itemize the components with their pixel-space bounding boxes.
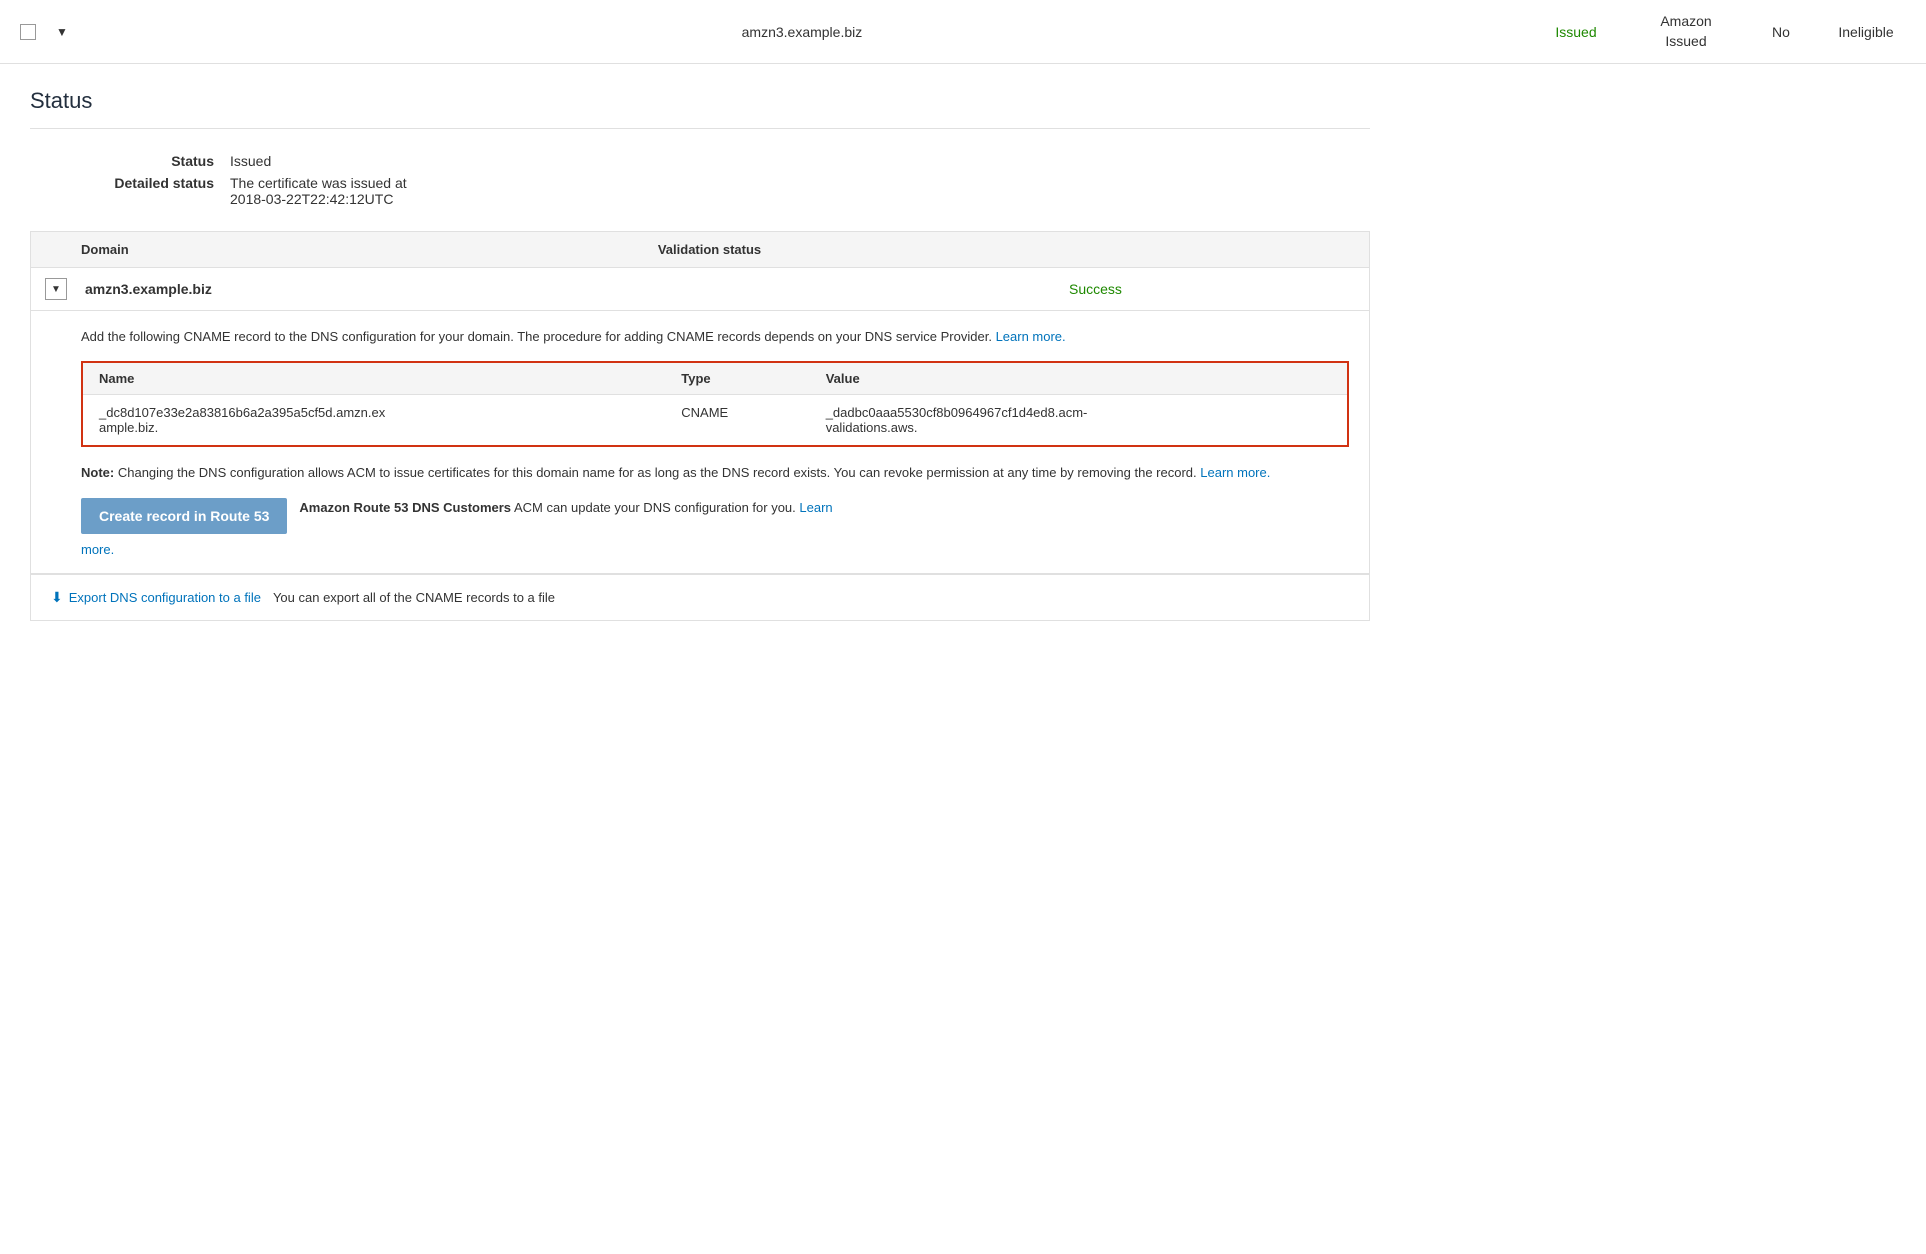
export-dns-link[interactable]: ⬇ Export DNS configuration to a file bbox=[51, 589, 261, 606]
main-content: Status Status Issued Detailed status The… bbox=[0, 64, 1400, 669]
expand-cell[interactable]: ▼ bbox=[31, 278, 81, 300]
status-value: Issued bbox=[230, 153, 271, 169]
top-row-renewal: No bbox=[1756, 24, 1806, 40]
create-record-area: Create record in Route 53 Amazon Route 5… bbox=[81, 498, 1349, 534]
top-row-eligibility: Ineligible bbox=[1826, 24, 1906, 40]
row-expand-arrow[interactable]: ▼ bbox=[56, 25, 68, 39]
domain-row: ▼ amzn3.example.biz Success bbox=[31, 268, 1369, 311]
cname-record-table-wrapper: Name Type Value _dc8d107e33e2a83816b6a2a… bbox=[81, 361, 1349, 447]
cname-record-row: _dc8d107e33e2a83816b6a2a395a5cf5d.amzn.e… bbox=[83, 394, 1347, 445]
download-icon: ⬇ bbox=[51, 589, 63, 606]
cname-record-type: CNAME bbox=[665, 394, 809, 445]
cname-record-value: _dadbc0aaa5530cf8b0964967cf1d4ed8.acm-va… bbox=[810, 394, 1347, 445]
top-row-issued-by: AmazonIssued bbox=[1636, 12, 1736, 51]
route53-label: Amazon Route 53 DNS Customers bbox=[299, 500, 511, 515]
route53-desc: ACM can update your DNS configuration fo… bbox=[514, 500, 799, 515]
domain-name: amzn3.example.biz bbox=[81, 281, 1069, 297]
note-text: Changing the DNS configuration allows AC… bbox=[118, 465, 1200, 480]
domain-validation-status: Success bbox=[1069, 281, 1369, 297]
route53-learn-more-link[interactable]: Learn bbox=[799, 500, 832, 515]
value-header: Value bbox=[810, 363, 1347, 395]
expand-button[interactable]: ▼ bbox=[45, 278, 67, 300]
detailed-status-label: Detailed status bbox=[30, 175, 230, 207]
cname-section: Add the following CNAME record to the DN… bbox=[31, 311, 1369, 574]
section-title: Status bbox=[30, 88, 1370, 114]
export-description: You can export all of the CNAME records … bbox=[273, 590, 555, 605]
create-record-button[interactable]: Create record in Route 53 bbox=[81, 498, 287, 534]
route53-learn-more-link-2[interactable]: more. bbox=[81, 542, 114, 557]
name-header: Name bbox=[83, 363, 665, 395]
top-row: ▼ amzn3.example.biz Issued AmazonIssued … bbox=[0, 0, 1926, 64]
top-row-status: Issued bbox=[1536, 24, 1616, 40]
status-field-row: Status Issued bbox=[30, 153, 1370, 169]
detailed-status-value: The certificate was issued at2018-03-22T… bbox=[230, 175, 407, 207]
validation-status-header: Validation status bbox=[642, 232, 1369, 268]
export-section: ⬇ Export DNS configuration to a file You… bbox=[31, 574, 1369, 620]
domain-table-container: Domain Validation status ▼ amzn3.example… bbox=[30, 231, 1370, 621]
learn-more-continuation: more. bbox=[81, 542, 1349, 557]
domain-header: Domain bbox=[31, 232, 642, 268]
top-row-domain: amzn3.example.biz bbox=[88, 24, 1516, 40]
note-learn-more-link[interactable]: Learn more. bbox=[1200, 465, 1270, 480]
domain-table: Domain Validation status bbox=[31, 232, 1369, 268]
create-record-desc: Amazon Route 53 DNS Customers ACM can up… bbox=[299, 498, 1349, 518]
cname-learn-more-link[interactable]: Learn more. bbox=[996, 329, 1066, 344]
export-link-text: Export DNS configuration to a file bbox=[69, 590, 261, 605]
cname-record-name: _dc8d107e33e2a83816b6a2a395a5cf5d.amzn.e… bbox=[83, 394, 665, 445]
row-checkbox[interactable] bbox=[20, 24, 36, 40]
cname-record-table: Name Type Value _dc8d107e33e2a83816b6a2a… bbox=[83, 363, 1347, 445]
type-header: Type bbox=[665, 363, 809, 395]
status-fields: Status Issued Detailed status The certif… bbox=[30, 153, 1370, 207]
detailed-status-field-row: Detailed status The certificate was issu… bbox=[30, 175, 1370, 207]
cname-info-text: Add the following CNAME record to the DN… bbox=[81, 327, 1349, 347]
note-section: Note: Changing the DNS configuration all… bbox=[81, 463, 1349, 483]
section-divider bbox=[30, 128, 1370, 129]
note-bold: Note: bbox=[81, 465, 114, 480]
status-label: Status bbox=[30, 153, 230, 169]
